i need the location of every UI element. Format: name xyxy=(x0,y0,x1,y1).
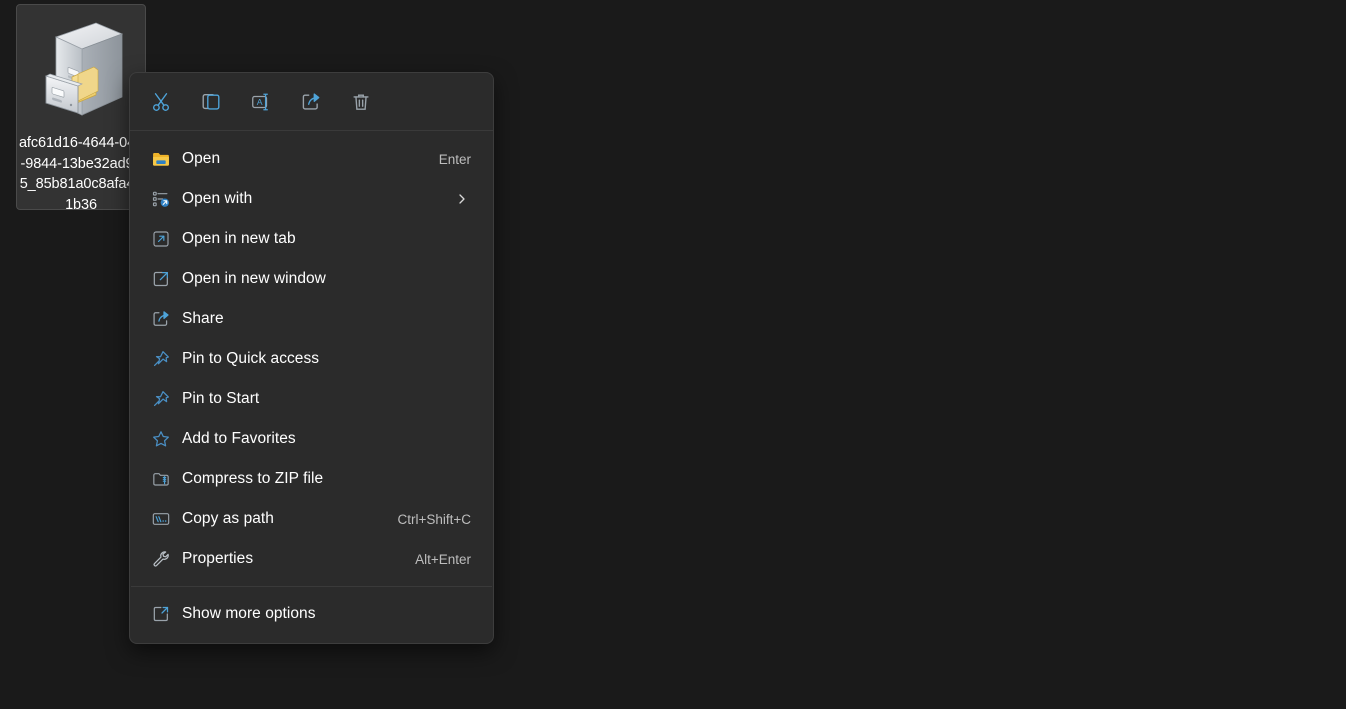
copy-icon[interactable] xyxy=(197,88,225,116)
menu-item-compress-to-zip[interactable]: Compress to ZIP file xyxy=(130,459,493,499)
menu-item-label: Open xyxy=(182,150,439,168)
star-icon xyxy=(151,429,171,449)
menu-item-label: Properties xyxy=(182,550,415,568)
menu-item-accelerator: Ctrl+Shift+C xyxy=(397,512,471,527)
share-icon[interactable] xyxy=(297,88,325,116)
menu-item-label: Open in new window xyxy=(182,270,481,288)
wrench-icon xyxy=(151,549,171,569)
new-tab-icon xyxy=(151,229,171,249)
menu-item-show-more-options[interactable]: Show more options xyxy=(130,594,493,634)
menu-item-add-to-favorites[interactable]: Add to Favorites xyxy=(130,419,493,459)
menu-item-open-with[interactable]: Open with xyxy=(130,179,493,219)
delete-icon[interactable] xyxy=(347,88,375,116)
menu-item-share[interactable]: Share xyxy=(130,299,493,339)
menu-item-label: Copy as path xyxy=(182,510,397,528)
copy-as-path-icon xyxy=(151,509,171,529)
pin-icon xyxy=(151,389,171,409)
share-icon xyxy=(151,309,171,329)
context-menu-toolbar: A xyxy=(130,73,493,131)
show-more-options-icon xyxy=(151,604,171,624)
desktop-icon-selected[interactable]: afc61d16-4644-045-9844-13be32ad9a5_85b81… xyxy=(16,4,146,210)
menu-item-label: Compress to ZIP file xyxy=(182,470,481,488)
menu-item-label: Add to Favorites xyxy=(182,430,481,448)
pin-icon xyxy=(151,349,171,369)
context-menu-more-section: Show more options xyxy=(130,587,493,643)
menu-item-accelerator: Enter xyxy=(439,152,471,167)
menu-item-open[interactable]: Open Enter xyxy=(130,139,493,179)
menu-item-label: Pin to Start xyxy=(182,390,481,408)
menu-item-open-in-new-window[interactable]: Open in new window xyxy=(130,259,493,299)
zip-icon xyxy=(151,469,171,489)
menu-item-open-in-new-tab[interactable]: Open in new tab xyxy=(130,219,493,259)
context-menu: A xyxy=(129,72,494,644)
svg-text:A: A xyxy=(257,97,263,107)
rename-icon[interactable]: A xyxy=(247,88,275,116)
new-window-icon xyxy=(151,269,171,289)
menu-item-label: Share xyxy=(182,310,481,328)
menu-item-copy-as-path[interactable]: Copy as path Ctrl+Shift+C xyxy=(130,499,493,539)
menu-item-pin-to-quick-access[interactable]: Pin to Quick access xyxy=(130,339,493,379)
menu-item-label: Open with xyxy=(182,190,455,208)
context-menu-items: Open Enter Open with xyxy=(130,131,493,586)
open-with-icon xyxy=(151,189,171,209)
menu-item-label: Pin to Quick access xyxy=(182,350,481,368)
menu-item-label: Open in new tab xyxy=(182,230,481,248)
file-cabinet-icon xyxy=(38,19,124,123)
desktop-icon-label: afc61d16-4644-045-9844-13be32ad9a5_85b81… xyxy=(18,133,144,209)
chevron-right-icon xyxy=(455,193,469,205)
desktop-background[interactable]: afc61d16-4644-045-9844-13be32ad9a5_85b81… xyxy=(0,0,1346,709)
folder-open-icon xyxy=(151,149,171,169)
cut-icon[interactable] xyxy=(147,88,175,116)
menu-item-pin-to-start[interactable]: Pin to Start xyxy=(130,379,493,419)
menu-item-properties[interactable]: Properties Alt+Enter xyxy=(130,539,493,579)
menu-item-accelerator: Alt+Enter xyxy=(415,552,471,567)
menu-item-label: Show more options xyxy=(182,605,481,623)
